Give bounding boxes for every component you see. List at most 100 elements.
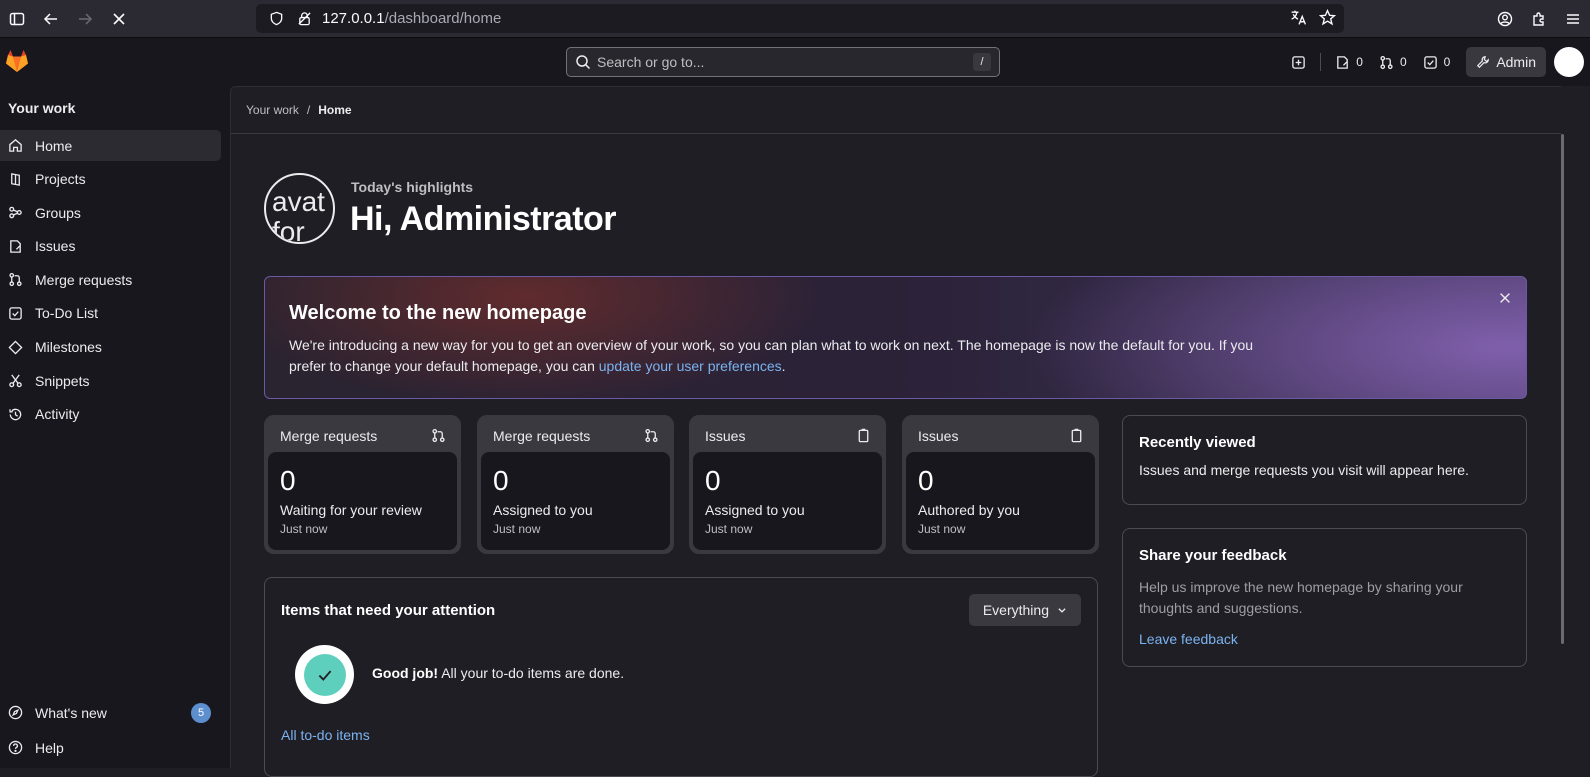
filter-value: Everything — [982, 602, 1049, 618]
card-body: 0 Assigned to you Just now — [481, 452, 670, 550]
mr-review-card[interactable]: Merge requests 0 Waiting for your review… — [264, 415, 461, 554]
help-label: Help — [35, 739, 64, 756]
sidebar-item-help[interactable]: Help — [0, 732, 221, 763]
divider — [231, 133, 1562, 134]
issues-counter-button[interactable]: 0 — [1327, 47, 1371, 77]
sidebar-item-home[interactable]: Home — [0, 130, 221, 161]
card-title: Issues — [705, 428, 746, 444]
translate-icon[interactable] — [1290, 9, 1307, 29]
back-arrow-icon[interactable] — [34, 2, 68, 36]
sidebar-item-milestones[interactable]: Milestones — [0, 332, 221, 363]
create-new-button[interactable] — [1283, 47, 1314, 77]
mr-count: 0 — [1399, 55, 1407, 69]
gitlab-topbar: Search or go to... / 0 0 0 Admin — [0, 38, 1590, 86]
compass-icon — [8, 705, 23, 720]
url-path: /dashboard/home — [384, 10, 502, 27]
issues-authored-card[interactable]: Issues 0 Authored by you Just now — [902, 415, 1099, 554]
user-avatar[interactable] — [1554, 47, 1584, 77]
sidebar-item-snippets[interactable]: Snippets — [0, 365, 221, 396]
sidebar-item-whats-new[interactable]: What's new 5 — [0, 697, 221, 728]
sidebar-title: Your work — [8, 100, 76, 116]
card-body: 0 Authored by you Just now — [906, 452, 1095, 550]
issue-icon — [858, 428, 869, 443]
todo-count: 0 — [1443, 55, 1451, 69]
history-icon — [9, 408, 22, 421]
feedback-text: Help us improve the new homepage by shar… — [1139, 579, 1463, 616]
lock-icon[interactable] — [290, 11, 318, 26]
card-count: 0 — [705, 465, 721, 496]
card-count: 0 — [493, 465, 509, 496]
card-title: Merge requests — [280, 428, 378, 444]
plus-square-icon — [1292, 55, 1306, 69]
search-input[interactable]: Search or go to... / — [566, 47, 1000, 77]
merge-request-icon — [1380, 55, 1393, 69]
scrollbar-track — [1561, 86, 1590, 768]
greeting-subtitle: Today's highlights — [351, 179, 474, 195]
sidebar-item-label: Milestones — [35, 339, 102, 356]
merge-requests-counter-button[interactable]: 0 — [1371, 47, 1415, 77]
good-job-label: Good job! — [372, 665, 439, 681]
url-host: 127.0.0.1 — [322, 10, 385, 27]
empty-state-text: Good job! All your to-do items are done. — [372, 665, 624, 681]
check-icon — [303, 653, 346, 696]
stop-loading-icon[interactable] — [102, 2, 136, 36]
shield-icon[interactable] — [262, 11, 290, 26]
browser-toolbar: 127.0.0.1/dashboard/home — [0, 0, 1590, 38]
sidebar-toggle-icon[interactable] — [0, 2, 34, 36]
wrench-icon — [1477, 56, 1490, 69]
breadcrumb-current[interactable]: Home — [318, 103, 351, 117]
extensions-icon[interactable] — [1522, 2, 1556, 36]
admin-button[interactable]: Admin — [1466, 47, 1546, 77]
home-icon — [9, 139, 22, 152]
issues-icon — [1337, 55, 1349, 69]
snippet-icon — [9, 374, 22, 388]
card-body: 0 Assigned to you Just now — [693, 452, 882, 550]
issues-icon — [10, 240, 21, 253]
card-count: 0 — [918, 465, 934, 496]
sidebar-item-label: Merge requests — [35, 271, 133, 288]
sidebar-item-projects[interactable]: Projects — [0, 164, 221, 195]
admin-label: Admin — [1496, 54, 1536, 70]
account-icon[interactable] — [1488, 2, 1522, 36]
welcome-banner: Welcome to the new homepage We're introd… — [264, 276, 1527, 399]
sidebar-item-merge-requests[interactable]: Merge requests — [0, 264, 221, 295]
left-sidebar: Your work Home Projects Groups Issues Me… — [0, 86, 229, 768]
address-bar[interactable]: 127.0.0.1/dashboard/home — [256, 4, 1344, 33]
success-illustration — [295, 645, 354, 704]
feedback-card: Share your feedback Help us improve the … — [1122, 528, 1527, 667]
breadcrumb-parent[interactable]: Your work — [246, 103, 299, 117]
issues-assigned-card[interactable]: Issues 0 Assigned to you Just now — [689, 415, 886, 554]
user-avatar-large[interactable]: avat for — [264, 173, 335, 244]
group-icon — [9, 206, 22, 219]
bookmark-star-icon[interactable] — [1318, 8, 1337, 29]
forward-arrow-icon[interactable] — [68, 2, 102, 36]
sidebar-item-todo-list[interactable]: To-Do List — [0, 298, 221, 329]
divider — [1320, 53, 1322, 71]
project-icon — [11, 172, 20, 186]
card-label: Waiting for your review — [280, 502, 422, 518]
close-icon[interactable] — [1498, 291, 1512, 305]
card-label: Assigned to you — [493, 502, 593, 518]
gitlab-logo-icon[interactable] — [4, 48, 30, 74]
scrollbar-thumb[interactable] — [1561, 134, 1564, 644]
leave-feedback-link[interactable]: Leave feedback — [1139, 631, 1238, 647]
preferences-link[interactable]: update your user preferences — [599, 358, 782, 374]
filter-dropdown[interactable]: Everything — [968, 594, 1081, 626]
recently-viewed-title: Recently viewed — [1139, 434, 1256, 451]
card-label: Authored by you — [918, 502, 1020, 518]
question-icon — [8, 740, 23, 755]
search-icon — [576, 55, 591, 70]
card-title: Merge requests — [493, 428, 591, 444]
all-todo-link[interactable]: All to-do items — [281, 727, 370, 743]
sidebar-item-groups[interactable]: Groups — [0, 197, 221, 228]
mr-assigned-card[interactable]: Merge requests 0 Assigned to you Just no… — [477, 415, 674, 554]
menu-hamburger-icon[interactable] — [1556, 2, 1590, 36]
attention-title: Items that need your attention — [281, 602, 496, 619]
card-title: Issues — [918, 428, 959, 444]
sidebar-item-issues[interactable]: Issues — [0, 231, 221, 262]
todo-counter-button[interactable]: 0 — [1415, 47, 1459, 77]
sidebar-item-activity[interactable]: Activity — [0, 399, 221, 430]
welcome-tail: . — [781, 358, 786, 374]
merge-request-icon — [432, 428, 445, 443]
card-body: 0 Waiting for your review Just now — [268, 452, 457, 550]
